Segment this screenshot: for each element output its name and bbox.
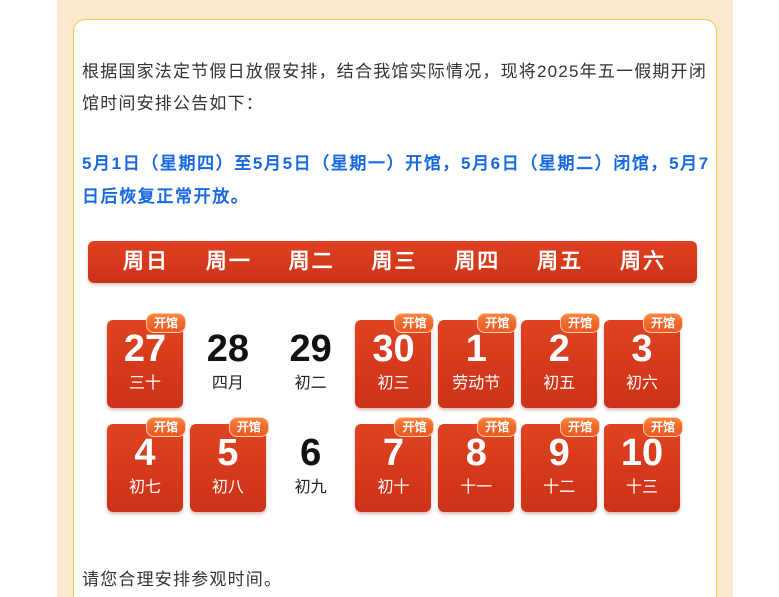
lunar-date-label: 三十 (128, 375, 161, 392)
open-badge: 开馆 (560, 313, 601, 333)
open-badge: 开馆 (394, 417, 435, 437)
notice-line: 5月1日（星期四）至5月5日（星期一）开馆，5月6日（星期二）闭馆，5月7 (82, 154, 710, 173)
notice-paragraph: 5月1日（星期四）至5月5日（星期一）开馆，5月6日（星期二）闭馆，5月7 日后… (82, 147, 710, 213)
lunar-date-label: 初七 (128, 479, 161, 496)
day-number: 4 (134, 432, 156, 474)
weekday-label: 周一 (205, 250, 252, 273)
article-card: 根据国家法定节假日放假安排，结合我馆实际情况，现将2025年五一假期开闭 馆时间… (73, 19, 717, 597)
day-number: 5 (217, 432, 239, 474)
open-badge: 开馆 (642, 417, 683, 437)
open-badge: 开馆 (146, 313, 186, 333)
lunar-date-label: 初六 (625, 375, 658, 392)
day-number: 30 (372, 328, 415, 370)
weekday-label: 周二 (288, 250, 335, 273)
day-cell: 6 初九 (273, 424, 349, 512)
lunar-date-label: 初五 (543, 375, 576, 392)
weekday-label: 周四 (454, 250, 501, 273)
intro-paragraph: 根据国家法定节假日放假安排，结合我馆实际情况，现将2025年五一假期开闭 馆时间… (82, 56, 707, 120)
day-cell-open: 4 初七 开馆 (107, 417, 186, 512)
day-cell-open: 8 十一 开馆 (438, 417, 518, 512)
day-number: 9 (548, 432, 570, 474)
weekday-row: 周日 周一 周二 周三 周四 周五 周六 (107, 241, 680, 283)
intro-line: 根据国家法定节假日放假安排，结合我馆实际情况，现将2025年五一假期开闭 (82, 62, 708, 81)
day-number: 1 (465, 328, 487, 370)
day-cell-open: 5 初八 开馆 (189, 417, 269, 512)
day-cell-open: 30 初三 开馆 (355, 313, 435, 408)
day-cell-open: 10 十三 开馆 (603, 417, 683, 512)
day-cell-open: 7 初十 开馆 (355, 417, 435, 512)
open-badge: 开馆 (228, 417, 269, 437)
day-number: 6 (300, 432, 322, 474)
open-badge: 开馆 (394, 313, 435, 333)
open-badge: 开馆 (477, 417, 518, 437)
day-number: 2 (548, 328, 570, 370)
day-number: 3 (631, 328, 653, 370)
day-cell-open: 1 劳动节 开馆 (438, 313, 518, 408)
weekday-label: 周六 (619, 250, 666, 273)
open-badge: 开馆 (477, 313, 518, 333)
lunar-date-label: 初二 (294, 375, 327, 392)
open-badge: 开馆 (560, 417, 601, 437)
lunar-date-label: 十一 (460, 479, 493, 496)
day-number: 7 (382, 432, 405, 474)
day-number: 29 (289, 328, 332, 370)
lunar-date-label: 四月 (211, 375, 244, 392)
lunar-date-label: 初八 (211, 479, 244, 496)
day-number: 28 (206, 328, 249, 370)
calendar-weekday-header: 周日 周一 周二 周三 周四 周五 周六 (88, 241, 697, 283)
notice-line: 日后恢复正常开放。 (82, 187, 250, 206)
weekday-label: 周日 (123, 250, 169, 273)
lunar-date-label: 劳动节 (452, 375, 501, 392)
day-cell-open: 9 十二 开馆 (521, 417, 601, 512)
day-cell-open: 27 三十 开馆 (107, 313, 186, 408)
weekday-label: 周三 (371, 250, 418, 273)
day-number: 10 (620, 432, 664, 474)
day-number: 8 (465, 432, 487, 474)
open-badge: 开馆 (642, 313, 683, 333)
day-cell: 28 四月 (190, 320, 266, 408)
lunar-date-label: 十二 (543, 479, 576, 496)
intro-line: 馆时间安排公告如下： (82, 94, 264, 113)
day-cell-open: 2 初五 开馆 (521, 313, 601, 408)
lunar-date-label: 十三 (625, 479, 658, 496)
day-cell: 29 初二 (273, 320, 349, 408)
weekday-label: 周五 (537, 250, 584, 273)
day-cell-open: 3 初六 开馆 (603, 313, 683, 408)
lunar-date-label: 初九 (294, 479, 327, 496)
lunar-date-label: 初三 (377, 375, 410, 392)
open-badge: 开馆 (146, 417, 186, 437)
day-number: 27 (123, 328, 167, 370)
lunar-date-label: 初十 (377, 479, 410, 496)
footer-text: 请您合理安排参观时间。 (82, 570, 283, 589)
calendar-day-grid: 27 三十 开馆 28 四月 29 初二 30 初三 开馆 1 劳动节 开馆 2 初五 开馆 3 初六 开馆 4 初七开… (107, 313, 683, 512)
